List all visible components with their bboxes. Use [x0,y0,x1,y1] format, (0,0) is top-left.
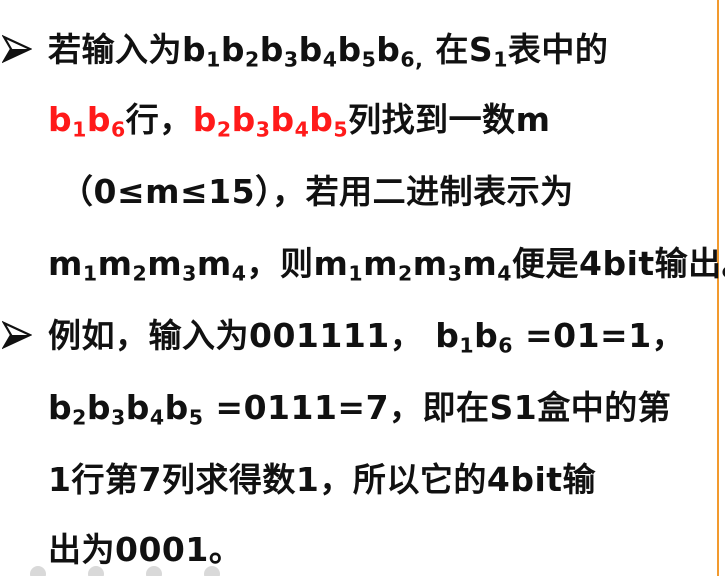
paragraph2-line1: 例如，输入为001111， b1b6 =01=1， [48,316,686,358]
paragraph2-line4: 出为0001。 [48,530,243,569]
paragraph1-line4: m1m2m3m4，则m1m2m3m4便是4bit输出。 [48,244,725,286]
footer-dot [88,566,104,576]
footer-dot [30,566,46,576]
footer-decoration [30,566,330,576]
paragraph1-line1: 若输入为b1b2b3b4b5b6, 在S1表中的 [48,30,609,72]
footer-dot [204,566,220,576]
paragraph2-line2: b2b3b4b5 =0111=7，即在S1盒中的第 [48,388,672,430]
paragraph1-line3: （0≤m≤15），若用二进制表示为 [60,172,574,211]
paragraph2-line3: 1行第7列求得数1，所以它的4bit输 [48,460,597,499]
paragraph1-line2: b1b6行，b2b3b4b5列找到一数m [48,100,551,142]
highlight-row-bits: b1b6 [48,100,126,142]
accent-line [717,0,719,576]
slide: 若输入为b1b2b3b4b5b6, 在S1表中的 b1b6行，b2b3b4b5列… [0,0,725,576]
arrow-bullet-icon [2,34,32,64]
footer-dot [146,566,162,576]
arrow-bullet-icon [2,320,32,350]
highlight-column-bits: b2b3b4b5 [192,100,349,142]
